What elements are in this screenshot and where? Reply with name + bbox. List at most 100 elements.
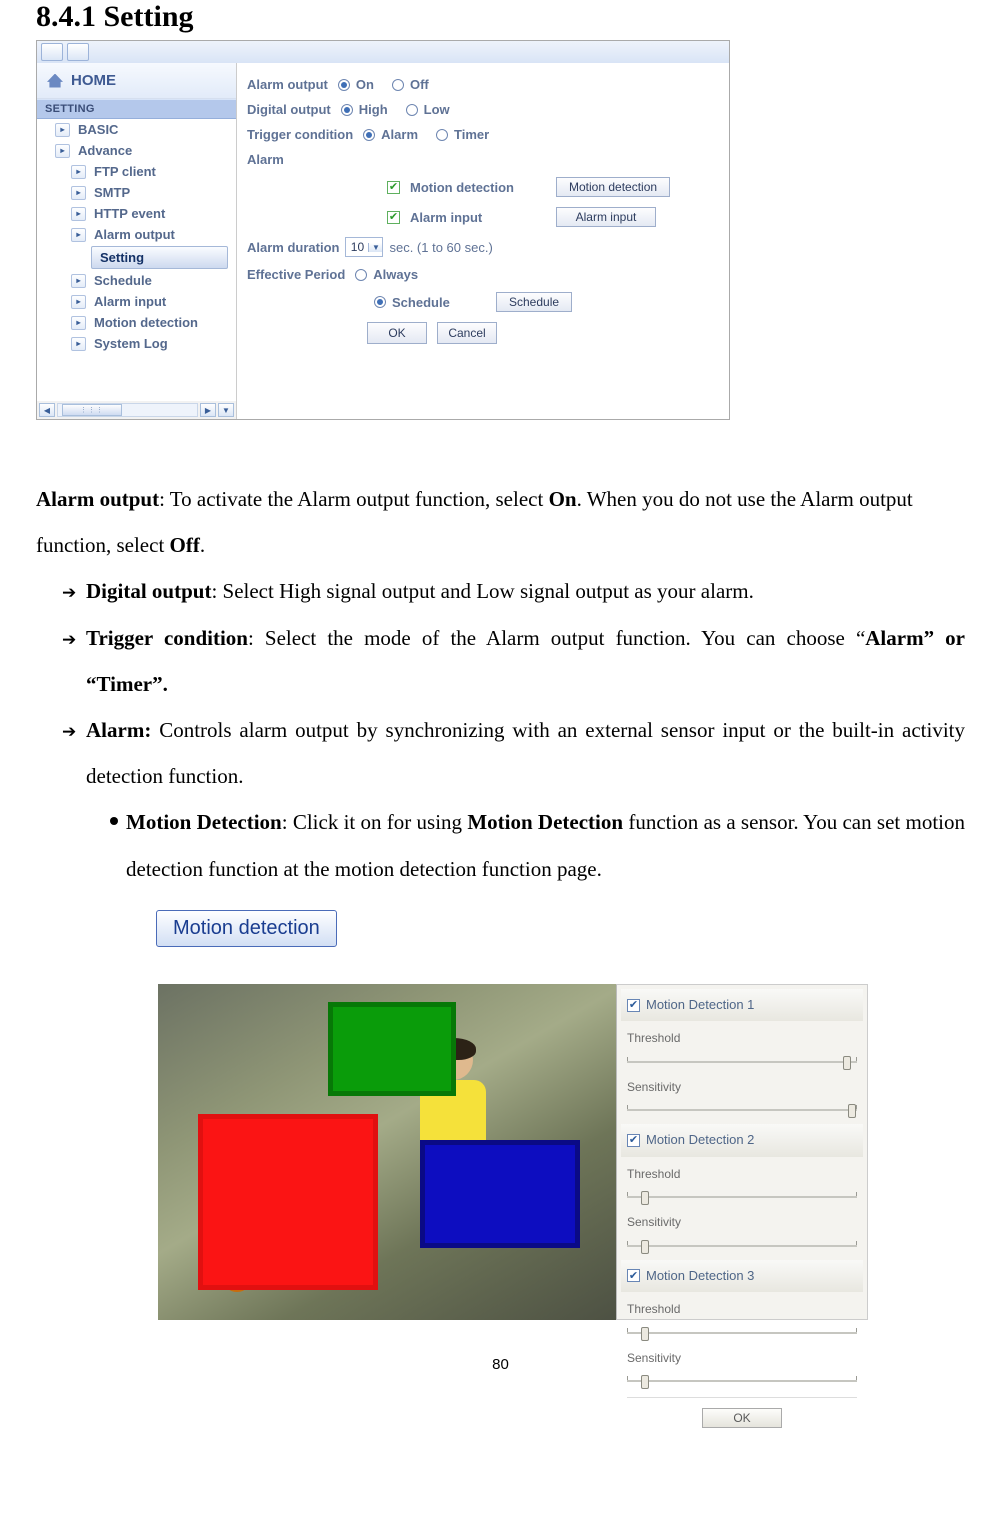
expand-icon[interactable]: ▸ (71, 316, 86, 330)
opt-schedule: Schedule (392, 295, 488, 310)
motion-detection-button-figure: Motion detection (156, 904, 965, 950)
bullet-alarm: Alarm: Controls alarm output by synchron… (86, 707, 965, 799)
threshold-slider[interactable] (627, 1325, 857, 1341)
term: Alarm: (86, 718, 151, 742)
threshold-slider[interactable] (627, 1054, 857, 1070)
opt-always: Always (373, 267, 418, 282)
horizontal-scrollbar[interactable]: ◀ ⋮⋮⋮ ▶ ▼ (37, 401, 236, 419)
expand-icon[interactable]: ▸ (71, 186, 86, 200)
radio-low[interactable] (406, 104, 418, 116)
sidebar-item-setting-selected[interactable]: Setting (91, 246, 228, 269)
detection-zone-2[interactable] (198, 1114, 378, 1290)
bullet-digital-output: Digital output: Select High signal outpu… (86, 568, 965, 614)
scroll-down-icon[interactable]: ▼ (218, 403, 234, 417)
sensitivity-label: Sensitivity (627, 1345, 857, 1371)
row-schedule: Schedule Schedule (247, 292, 719, 312)
section-heading: 8.4.1 Setting (36, 0, 965, 34)
sidebar-label: Alarm input (94, 294, 166, 309)
expand-icon[interactable]: ▸ (71, 165, 86, 179)
text: : To activate the Alarm output function,… (159, 487, 548, 511)
row-alarm-output: Alarm output On Off (247, 77, 719, 92)
term: Alarm output (36, 487, 159, 511)
expand-icon[interactable]: ▸ (55, 123, 70, 137)
md-checkbox[interactable]: ✔ (627, 1269, 640, 1282)
trigger-label: Trigger condition (247, 127, 353, 142)
expand-icon[interactable]: ▸ (71, 295, 86, 309)
text: Controls alarm output by synchronizing w… (86, 718, 965, 788)
sensitivity-slider[interactable] (627, 1238, 857, 1254)
sensitivity-slider[interactable] (627, 1102, 857, 1118)
sidebar-section-header: SETTING (37, 99, 236, 119)
text: : Click it on for using (282, 810, 468, 834)
term: On (549, 487, 577, 511)
checkbox-alarm-input[interactable]: ✔ (387, 211, 400, 224)
radio-always[interactable] (355, 269, 367, 281)
sensitivity-label: Sensitivity (627, 1209, 857, 1235)
sidebar-item-advance[interactable]: ▸Advance (37, 140, 236, 161)
detection-zone-3[interactable] (420, 1140, 580, 1248)
expand-icon[interactable]: ▸ (71, 337, 86, 351)
nav-back-button[interactable] (41, 43, 63, 61)
opt-alarm: Alarm (381, 127, 418, 142)
expand-icon[interactable]: ▸ (55, 144, 70, 158)
alarm-input-button[interactable]: Alarm input (556, 207, 656, 227)
alarm-input-label: Alarm input (410, 210, 548, 225)
sensitivity-slider[interactable] (627, 1373, 857, 1389)
sidebar-item-alarm-input[interactable]: ▸ Alarm input (37, 291, 236, 312)
motion-detection-label: Motion detection (410, 180, 548, 195)
md-ok-button[interactable]: OK (702, 1408, 781, 1428)
expand-icon[interactable]: ▸ (71, 274, 86, 288)
motion-detection-screenshot: ✔Motion Detection 1ThresholdSensitivity✔… (158, 984, 868, 1320)
radio-high[interactable] (341, 104, 353, 116)
radio-off[interactable] (392, 79, 404, 91)
term: Off (170, 533, 200, 557)
scrollbar-thumb[interactable]: ⋮⋮⋮ (62, 404, 122, 416)
sensitivity-label: Sensitivity (627, 1074, 857, 1100)
row-digital-output: Digital output High Low (247, 102, 719, 117)
duration-select[interactable]: 10▼ (345, 237, 383, 257)
schedule-button[interactable]: Schedule (496, 292, 572, 312)
sidebar-item-system-log[interactable]: ▸System Log (37, 333, 236, 354)
text: : Select the mode of the Alarm output fu… (248, 626, 865, 650)
expand-icon[interactable]: ▸ (71, 207, 86, 221)
label: Alarm (247, 152, 284, 167)
chevron-down-icon[interactable]: ▼ (368, 243, 382, 252)
paragraph-alarm-output: Alarm output: To activate the Alarm outp… (36, 476, 965, 568)
digital-output-label: Digital output (247, 102, 331, 117)
motion-detection-button[interactable]: Motion detection (556, 177, 670, 197)
ok-button[interactable]: OK (367, 322, 427, 344)
nav-home-button[interactable] (67, 43, 89, 61)
threshold-slider[interactable] (627, 1189, 857, 1205)
effective-label: Effective Period (247, 267, 345, 282)
settings-screenshot: HOME SETTING ▸BASIC ▸Advance ▸FTP client… (36, 40, 730, 420)
expand-icon[interactable]: ▸ (71, 228, 86, 242)
row-effective-period: Effective Period Always (247, 267, 719, 282)
sidebar-item-ftp[interactable]: ▸FTP client (37, 161, 236, 182)
sidebar-home[interactable]: HOME (37, 63, 236, 99)
sidebar-item-http-event[interactable]: ▸HTTP event (37, 203, 236, 224)
duration-value: 10 (346, 240, 368, 254)
scroll-left-icon[interactable]: ◀ (39, 403, 55, 417)
detection-zone-1[interactable] (328, 1002, 456, 1096)
term: Motion Detection (467, 810, 623, 834)
md-checkbox[interactable]: ✔ (627, 1134, 640, 1147)
sidebar-item-smtp[interactable]: ▸SMTP (37, 182, 236, 203)
motion-detection-big-button[interactable]: Motion detection (156, 910, 337, 947)
cancel-button[interactable]: Cancel (437, 322, 497, 344)
opt-high: High (359, 102, 388, 117)
md-ok-row: OK (627, 1397, 857, 1433)
sidebar-item-basic[interactable]: ▸BASIC (37, 119, 236, 140)
radio-alarm[interactable] (363, 129, 375, 141)
sidebar-item-motion-detection[interactable]: ▸Motion detection (37, 312, 236, 333)
radio-schedule[interactable] (374, 296, 386, 308)
scroll-right-icon[interactable]: ▶ (200, 403, 216, 417)
md-group-1: ✔Motion Detection 1ThresholdSensitivity (627, 989, 857, 1118)
radio-on[interactable] (338, 79, 350, 91)
sidebar-item-schedule[interactable]: ▸Schedule (37, 270, 236, 291)
radio-timer[interactable] (436, 129, 448, 141)
nav-sidebar: HOME SETTING ▸BASIC ▸Advance ▸FTP client… (37, 63, 237, 419)
checkbox-motion-detection[interactable]: ✔ (387, 181, 400, 194)
md-checkbox[interactable]: ✔ (627, 999, 640, 1012)
sidebar-item-alarm-output[interactable]: ▸Alarm output (37, 224, 236, 245)
scrollbar-track[interactable]: ⋮⋮⋮ (57, 403, 198, 417)
